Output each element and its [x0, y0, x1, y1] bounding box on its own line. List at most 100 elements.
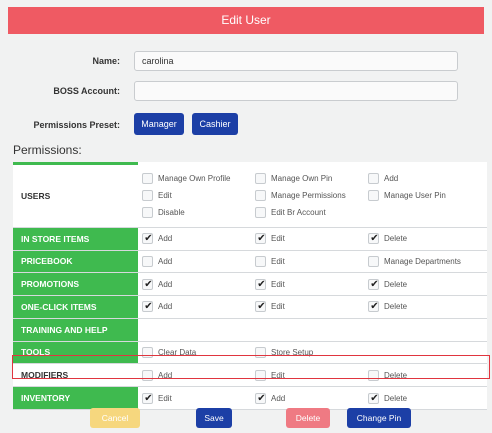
category-label: USERS [13, 162, 138, 228]
checkbox-label: Edit [271, 256, 285, 266]
permission-checkbox[interactable]: Edit [255, 232, 368, 246]
boss-account-label: BOSS Account: [53, 86, 120, 96]
permission-checkbox[interactable]: Manage User Pin [368, 188, 481, 202]
checkbox-label: Edit [271, 302, 285, 312]
permission-checkbox[interactable]: Edit [255, 368, 368, 382]
category-label: INVENTORY [13, 386, 138, 410]
category-label: TRAINING AND HELP [13, 318, 138, 342]
checkbox-label: Store Setup [271, 347, 314, 357]
checkbox-label: Add [158, 256, 173, 266]
permission-checkbox[interactable]: Add [142, 232, 255, 246]
dialog-title: Edit User [221, 13, 271, 27]
permission-checkbox[interactable]: Disable [142, 205, 255, 219]
permission-checkbox[interactable]: Manage Permissions [255, 188, 368, 202]
permission-checkbox[interactable]: Edit [255, 300, 368, 314]
cashier-preset-button[interactable]: Cashier [192, 113, 238, 135]
permission-checkbox[interactable]: Add [142, 254, 255, 268]
checkbox-label: Delete [384, 302, 408, 312]
permission-checkbox[interactable]: Manage Departments [368, 254, 481, 268]
permission-checkbox[interactable]: Add [255, 391, 368, 405]
checkbox-icon [255, 172, 266, 184]
checkbox-label: Delete [384, 393, 408, 403]
checkmark-icon [142, 278, 154, 290]
name-input[interactable] [134, 51, 458, 71]
permission-options: Add Edit Delete [138, 272, 487, 297]
checkbox-icon [142, 369, 153, 381]
permission-checkbox[interactable]: Add [142, 277, 255, 291]
checkbox-icon [368, 189, 379, 201]
category-label: ONE-CLICK ITEMS [13, 295, 138, 319]
checkbox-label: Manage User Pin [384, 190, 446, 200]
checkmark-icon [255, 278, 267, 290]
boss-account-input[interactable] [134, 81, 458, 101]
checkbox-label: Add [158, 370, 173, 380]
permission-checkbox[interactable]: Manage Own Profile [142, 171, 255, 185]
manager-preset-button[interactable]: Manager [134, 113, 184, 135]
checkbox-label: Manage Own Profile [158, 173, 231, 183]
checkbox-label: Edit [271, 279, 285, 289]
permission-checkbox[interactable]: Manage Own Pin [255, 171, 368, 185]
checkbox-label: Manage Departments [384, 256, 461, 266]
checkbox-icon [142, 172, 153, 184]
permission-checkbox[interactable]: Delete [368, 391, 481, 405]
permission-checkbox[interactable]: Edit [255, 254, 368, 268]
checkbox-label: Add [158, 234, 173, 244]
permission-checkbox[interactable]: Edit Br Account [255, 205, 368, 219]
permission-options: Clear Data Store Setup [138, 341, 487, 365]
checkbox-label: Manage Own Pin [271, 173, 333, 183]
permission-row-in-store-items: IN STORE ITEMS Add Edit Delete [13, 227, 487, 251]
checkmark-icon [142, 301, 154, 313]
checkbox-icon [368, 255, 379, 267]
checkmark-icon [368, 301, 380, 313]
permission-checkbox[interactable]: Delete [368, 232, 481, 246]
category-label: PRICEBOOK [13, 250, 138, 274]
permission-checkbox[interactable]: Edit [255, 277, 368, 291]
permission-checkbox[interactable]: Delete [368, 277, 481, 291]
checkbox-label: Edit [271, 370, 285, 380]
category-label: IN STORE ITEMS [13, 227, 138, 251]
permission-checkbox[interactable]: Clear Data [142, 345, 255, 359]
permission-checkbox[interactable]: Delete [368, 368, 481, 382]
permission-row-tools: TOOLS Clear Data Store Setup [13, 341, 487, 365]
cancel-button[interactable]: Cancel [90, 408, 140, 428]
permission-checkbox[interactable]: Edit [142, 391, 255, 405]
checkbox-icon [255, 189, 266, 201]
checkbox-label: Add [271, 393, 286, 403]
permission-checkbox[interactable]: Store Setup [255, 345, 368, 359]
checkbox-icon [255, 346, 266, 358]
permission-checkbox[interactable]: Add [142, 368, 255, 382]
permission-row-modifiers: MODIFIERS Add Edit Delete [13, 363, 487, 388]
permission-row-promotions: PROMOTIONS Add Edit Delete [13, 272, 487, 297]
permission-checkbox[interactable]: Add [368, 171, 481, 185]
permission-row-pricebook: PRICEBOOK Add Edit Manage Departments [13, 250, 487, 274]
permission-row-inventory: INVENTORY Edit Add Delete [13, 386, 487, 410]
category-label: PROMOTIONS [13, 272, 138, 297]
delete-button[interactable]: Delete [286, 408, 330, 428]
permission-row-users: USERS Manage Own Profile Manage Own Pin … [13, 162, 487, 228]
permission-checkbox[interactable]: Edit [142, 188, 255, 202]
checkbox-label: Delete [384, 370, 408, 380]
checkbox-label: Add [384, 173, 399, 183]
permissions-table: USERS Manage Own Profile Manage Own Pin … [13, 162, 487, 410]
permission-options: Add Edit Manage Departments [138, 250, 487, 274]
save-button[interactable]: Save [196, 408, 232, 428]
checkbox-icon [255, 255, 266, 267]
permission-checkbox[interactable]: Delete [368, 300, 481, 314]
permissions-preset-label: Permissions Preset: [33, 120, 120, 130]
permission-options: Edit Add Delete [138, 386, 487, 410]
permission-checkbox[interactable]: Add [142, 300, 255, 314]
checkbox-icon [142, 206, 153, 218]
permission-options: Add Edit Delete [138, 295, 487, 319]
checkmark-icon [255, 301, 267, 313]
name-label: Name: [92, 56, 120, 66]
checkmark-icon [142, 392, 154, 404]
checkbox-label: Add [158, 279, 173, 289]
change-pin-button[interactable]: Change Pin [347, 408, 411, 428]
permission-options: Add Edit Delete [138, 227, 487, 251]
checkbox-icon [255, 369, 266, 381]
category-label: TOOLS [13, 341, 138, 365]
checkbox-icon [142, 346, 153, 358]
checkbox-label: Edit Br Account [271, 207, 326, 217]
permission-row-one-click-items: ONE-CLICK ITEMS Add Edit Delete [13, 295, 487, 319]
checkbox-label: Edit [271, 234, 285, 244]
